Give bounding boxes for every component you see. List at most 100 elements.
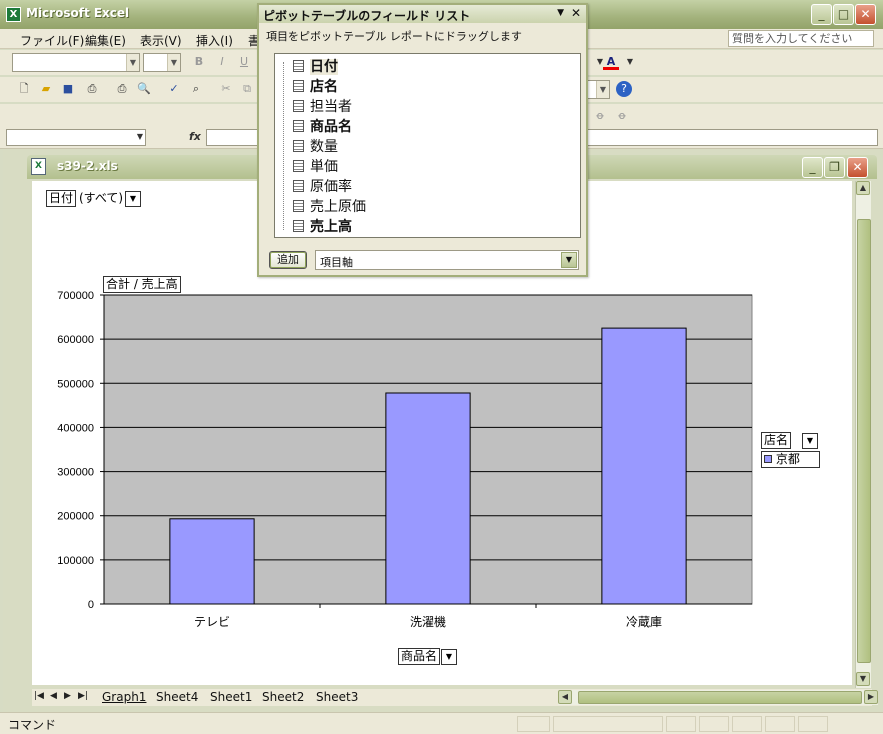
category-field-button[interactable]: 商品名 <box>398 648 441 665</box>
pivot-field-item[interactable]: 数量 <box>293 136 338 156</box>
underline-icon[interactable]: U <box>236 54 252 70</box>
series-field-button[interactable]: 店名 <box>761 432 792 449</box>
pivot-field-label: 数量 <box>310 139 338 155</box>
fill-color-dropdown-icon[interactable]: ▼ <box>592 54 608 70</box>
pivot-field-list-title: ピボットテーブルのフィールド リスト <box>263 9 471 23</box>
pivot-field-item[interactable]: 売上原価 <box>293 196 366 216</box>
last-sheet-icon[interactable]: ▶| <box>78 691 88 701</box>
pivot-field-item[interactable]: 日付 <box>293 56 338 76</box>
permission-icon[interactable]: ⎙ <box>84 81 100 97</box>
chevron-down-icon[interactable]: ▼ <box>561 252 577 268</box>
area-select-value: 項目軸 <box>320 256 353 269</box>
series-field-dropdown-icon[interactable]: ▼ <box>802 433 818 449</box>
workbook-minimize-button[interactable]: _ <box>802 157 823 178</box>
pivot-field-item[interactable]: 原価率 <box>293 176 352 196</box>
horizontal-scrollbar[interactable]: ◀ ▶ <box>558 690 878 705</box>
status-panel <box>732 716 762 732</box>
field-icon <box>293 180 304 192</box>
tab-sheet2[interactable]: Sheet2 <box>262 690 304 704</box>
italic-icon[interactable]: I <box>214 54 230 70</box>
chevron-down-icon[interactable]: ▼ <box>557 8 564 18</box>
pivot-field-item[interactable]: 担当者 <box>293 96 352 116</box>
legend-entry: 京都 <box>775 452 800 466</box>
legend-swatch <box>764 455 772 463</box>
copy-icon[interactable]: ⧉ <box>239 81 255 97</box>
close-button[interactable]: ✕ <box>855 4 876 25</box>
new-icon[interactable]: 🗋 <box>16 81 32 97</box>
pivot-field-list-title-bar[interactable]: ピボットテーブルのフィールド リスト ▼ ✕ <box>259 5 586 23</box>
scroll-down-icon[interactable]: ▼ <box>856 672 870 686</box>
y-tick-label: 400000 <box>57 422 94 434</box>
y-tick-label: 200000 <box>57 511 94 523</box>
pivot-field-list-description: 項目をピボットテーブル レポートにドラッグします <box>266 30 522 43</box>
next-sheet-icon[interactable]: ▶ <box>64 691 71 701</box>
y-tick-label: 500000 <box>57 378 94 390</box>
print-icon[interactable]: ⎙ <box>114 81 130 97</box>
pivot-field-item[interactable]: 売上高 <box>293 216 352 236</box>
vertical-scroll-thumb[interactable] <box>857 219 871 663</box>
pivot-field-label: 担当者 <box>310 99 352 115</box>
menu-view[interactable]: 表示(V) <box>140 32 182 49</box>
y-tick-label: 100000 <box>57 555 94 567</box>
name-box[interactable]: ▼ <box>6 129 146 146</box>
spelling-icon[interactable]: ✓ <box>166 81 182 97</box>
pivot-field-label: 商品名 <box>310 119 352 135</box>
bold-icon[interactable]: B <box>191 54 207 70</box>
workbook-close-button[interactable]: ✕ <box>847 157 868 178</box>
scroll-left-icon[interactable]: ◀ <box>558 690 572 704</box>
print-preview-icon[interactable]: 🔍 <box>136 81 152 97</box>
y-tick-label: 0 <box>88 599 94 611</box>
status-text: コマンド <box>8 718 57 732</box>
field-icon <box>293 220 304 232</box>
research-icon[interactable]: ⌕ <box>188 81 204 97</box>
pivot-field-listbox[interactable]: 日付 店名担当者商品名数量 単価 原価率売上原価売上高 <box>274 53 581 238</box>
insert-function-icon[interactable]: fx <box>189 130 201 143</box>
workbook-restore-button[interactable]: ❐ <box>824 157 845 178</box>
field-icon <box>293 160 304 172</box>
status-panel <box>699 716 729 732</box>
chevron-down-icon[interactable]: ▼ <box>137 132 143 141</box>
area-select[interactable]: 項目軸 ▼ <box>315 250 579 270</box>
help-icon[interactable]: ? <box>616 81 632 97</box>
first-sheet-icon[interactable]: |◀ <box>34 691 44 701</box>
font-combo[interactable]: ▼ <box>12 53 140 72</box>
minimize-button[interactable]: _ <box>811 4 832 25</box>
cut-icon[interactable]: ✂ <box>218 81 234 97</box>
x-tick-label: 冷蔵庫 <box>626 615 662 629</box>
pivot-field-label: 売上原価 <box>310 199 366 215</box>
tab-sheet3[interactable]: Sheet3 <box>316 690 358 704</box>
font-size-combo[interactable]: ▼ <box>143 53 181 72</box>
status-bar: コマンド <box>0 712 883 734</box>
rotate-text-down-icon[interactable]: ꝋ <box>592 108 608 124</box>
pivot-field-item[interactable]: 商品名 <box>293 116 352 136</box>
tab-sheet1[interactable]: Sheet1 <box>210 690 252 704</box>
menu-file[interactable]: ファイル(F) <box>20 32 84 49</box>
bar <box>169 518 255 605</box>
help-question-input[interactable]: 質問を入力してください <box>728 30 874 47</box>
category-field-dropdown-icon[interactable]: ▼ <box>441 649 457 665</box>
close-icon[interactable]: ✕ <box>571 6 581 20</box>
pivot-field-label: 日付 <box>310 59 338 75</box>
pivot-field-item[interactable]: 単価 <box>293 156 338 176</box>
vertical-scrollbar[interactable]: ▲ ▼ <box>855 181 871 688</box>
horizontal-scroll-thumb[interactable] <box>578 691 862 704</box>
pivot-field-label: 売上高 <box>310 219 352 235</box>
status-panel <box>666 716 696 732</box>
prev-sheet-icon[interactable]: ◀ <box>50 691 57 701</box>
x-tick-label: 洗濯機 <box>410 614 446 629</box>
scroll-right-icon[interactable]: ▶ <box>864 690 878 704</box>
status-panel <box>798 716 828 732</box>
tab-graph1[interactable]: Graph1 <box>102 690 146 704</box>
menu-insert[interactable]: 挿入(I) <box>196 32 233 49</box>
tab-sheet4[interactable]: Sheet4 <box>156 690 198 704</box>
rotate-text-up-icon[interactable]: ꝋ <box>614 108 630 124</box>
menu-edit[interactable]: 編集(E) <box>85 32 126 49</box>
pivot-field-item[interactable]: 店名 <box>293 76 338 96</box>
font-color-dropdown-icon[interactable]: ▼ <box>622 54 638 70</box>
sheet-tab-bar: |◀ ◀ ▶ ▶| Graph1 Sheet4 Sheet1 Sheet2 Sh… <box>32 689 878 706</box>
maximize-button[interactable]: □ <box>833 4 854 25</box>
scroll-up-icon[interactable]: ▲ <box>856 181 870 195</box>
open-icon[interactable]: ▰ <box>38 81 54 97</box>
save-icon[interactable]: ■ <box>60 81 76 97</box>
add-to-button[interactable]: 追加 <box>269 251 307 269</box>
